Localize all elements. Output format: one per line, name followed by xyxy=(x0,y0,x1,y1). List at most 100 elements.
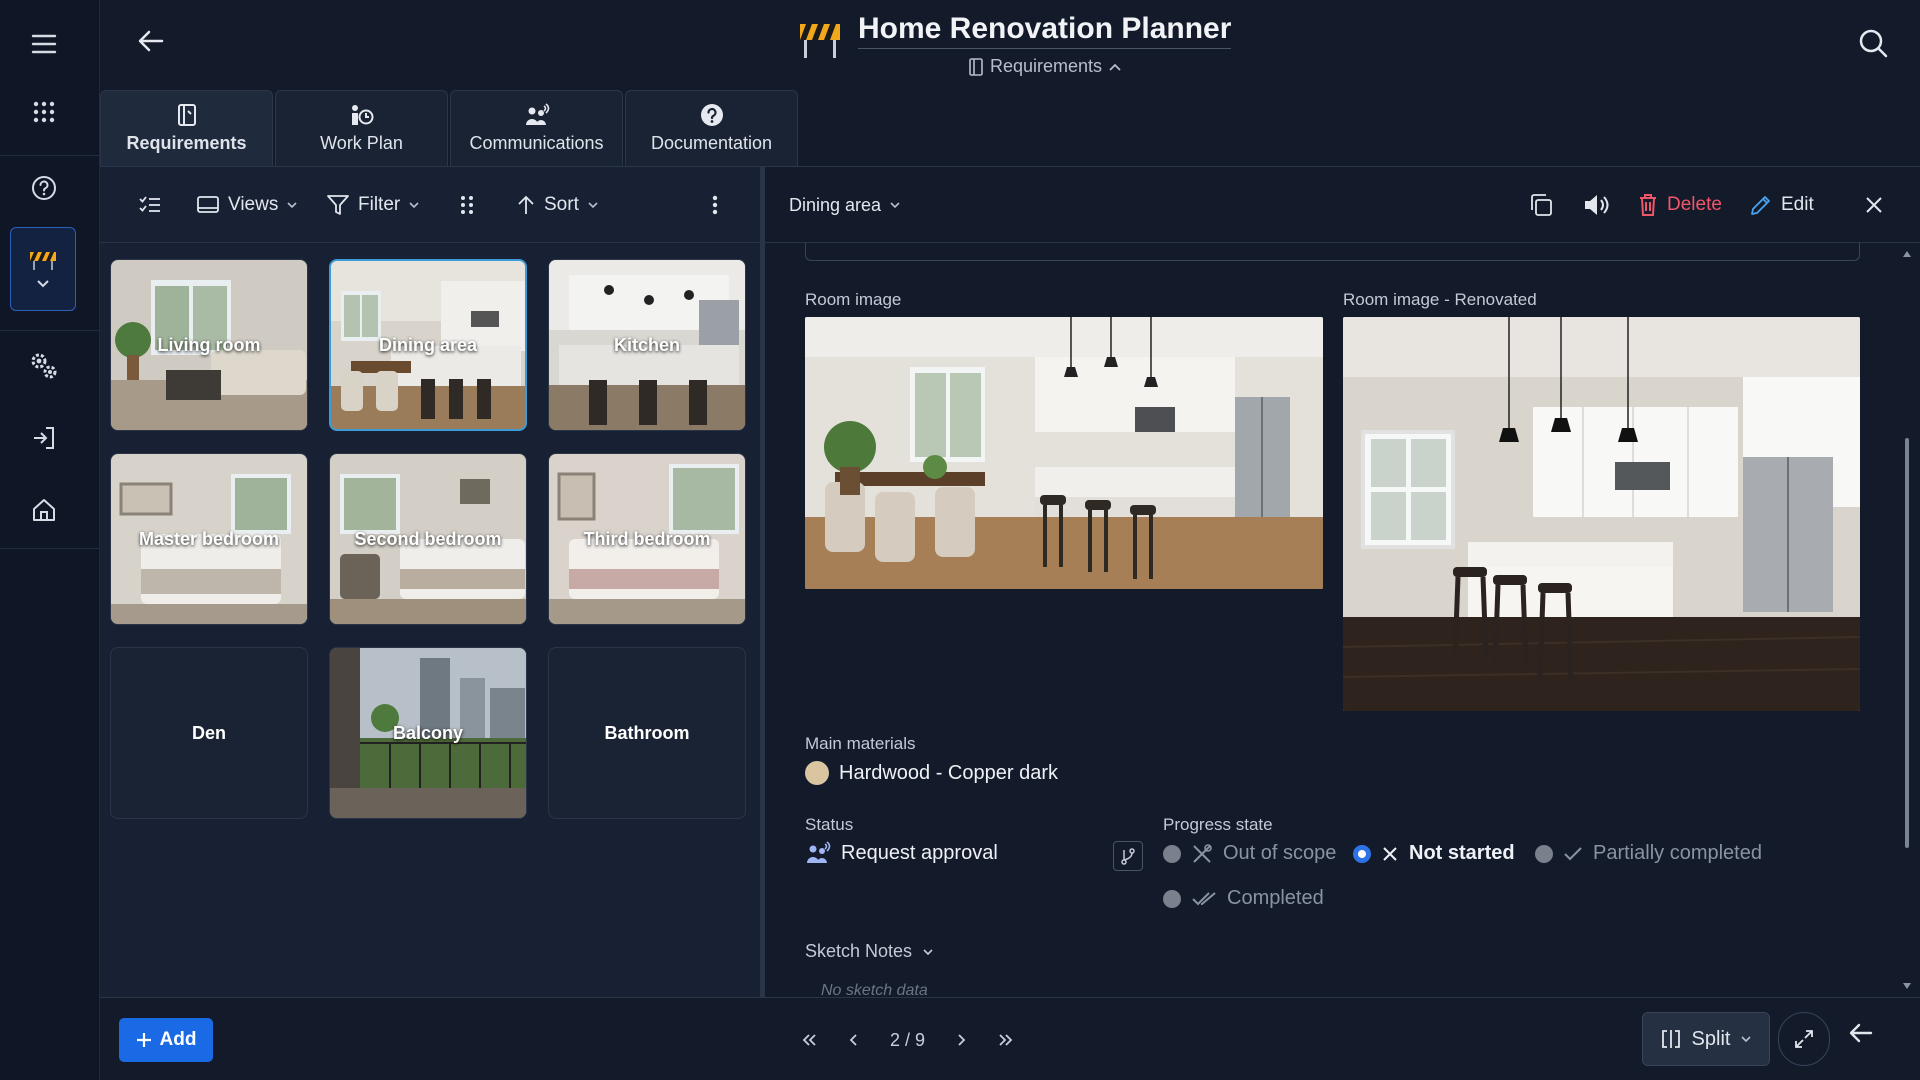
trash-icon xyxy=(1640,194,1656,216)
read-aloud-button[interactable] xyxy=(1582,189,1610,221)
page-indicator: 2 / 9 xyxy=(890,1029,926,1050)
progress-option-not-started[interactable]: Not started xyxy=(1353,842,1515,865)
room-card-den[interactable]: Den xyxy=(110,647,308,819)
progress-option-completed[interactable]: Completed xyxy=(1163,887,1324,910)
last-page-icon[interactable] xyxy=(997,1033,1015,1047)
menu-icon[interactable] xyxy=(22,22,66,66)
previous-page-icon[interactable] xyxy=(848,1033,860,1047)
detail-scrollbar[interactable] xyxy=(1900,243,1914,997)
next-page-icon[interactable] xyxy=(955,1033,967,1047)
sketch-notes-toggle[interactable]: Sketch Notes xyxy=(805,941,934,962)
tab-label: Work Plan xyxy=(320,133,403,153)
help-icon[interactable] xyxy=(22,166,66,210)
app-title: Home Renovation Planner xyxy=(858,12,1232,49)
pager: 2 / 9 xyxy=(800,1018,1015,1062)
rail-divider xyxy=(0,330,100,331)
chevron-down-icon xyxy=(1741,1036,1752,1043)
tab-communications[interactable]: Communications xyxy=(450,90,623,166)
status-workflow-button[interactable] xyxy=(1113,841,1143,871)
drag-dots-icon xyxy=(461,196,473,214)
room-card-living-room[interactable]: Living room xyxy=(110,259,308,431)
person-clock-icon xyxy=(351,105,373,125)
radio-button xyxy=(1535,844,1553,863)
split-view-button[interactable]: Split xyxy=(1642,1012,1770,1066)
delete-button[interactable]: Delete xyxy=(1637,189,1722,221)
collapse-panel-button[interactable] xyxy=(1848,1020,1874,1046)
chevron-down-icon xyxy=(890,202,900,209)
room-image-photo xyxy=(805,317,1323,589)
group-button[interactable] xyxy=(460,189,474,221)
apps-grid-icon[interactable] xyxy=(22,90,66,134)
room-card-bathroom[interactable]: Bathroom xyxy=(548,647,746,819)
progress-option-partially-completed[interactable]: Partially completed xyxy=(1535,842,1762,865)
room-card-third-bedroom[interactable]: Third bedroom xyxy=(548,453,746,625)
copy-button[interactable] xyxy=(1528,189,1554,221)
record-selector[interactable]: Dining area xyxy=(789,189,901,221)
left-rail xyxy=(0,0,100,1080)
tab-work-plan[interactable]: Work Plan xyxy=(275,90,448,166)
current-app-button[interactable] xyxy=(10,227,76,311)
chevron-down-icon xyxy=(287,202,297,209)
edit-label: Edit xyxy=(1781,194,1814,215)
first-page-icon[interactable] xyxy=(800,1033,818,1047)
double-check-icon xyxy=(1192,891,1216,905)
back-arrow-icon[interactable] xyxy=(136,26,166,56)
room-card-balcony[interactable]: Balcony xyxy=(329,647,527,819)
barrier-icon xyxy=(30,252,56,270)
room-image[interactable] xyxy=(805,317,1323,589)
add-button[interactable]: Add xyxy=(119,1018,213,1062)
speaker-icon xyxy=(1585,195,1609,215)
room-image-renovated-photo xyxy=(1343,317,1860,711)
progress-option-out-of-scope[interactable]: Out of scope xyxy=(1163,842,1336,865)
room-card-second-bedroom[interactable]: Second bedroom xyxy=(329,453,527,625)
radio-button-selected xyxy=(1353,844,1371,863)
status-label: Status xyxy=(805,815,854,834)
main-materials-value: Hardwood - Copper dark xyxy=(805,761,1058,785)
plus-icon xyxy=(136,1033,151,1047)
edit-button[interactable]: Edit xyxy=(1749,189,1814,221)
close-button[interactable] xyxy=(1865,189,1883,221)
room-card-label: Dining area xyxy=(378,334,478,355)
arrow-up-icon xyxy=(518,195,534,214)
views-button[interactable]: Views xyxy=(196,189,298,221)
search-icon[interactable] xyxy=(1858,28,1888,58)
help-circle-icon xyxy=(700,104,723,126)
progress-option-label: Partially completed xyxy=(1593,842,1762,864)
tab-label: Requirements xyxy=(126,133,247,153)
sort-button[interactable]: Sort xyxy=(516,189,599,221)
expand-icon xyxy=(1795,1030,1813,1048)
more-options-button[interactable] xyxy=(712,189,718,221)
app-title-group: Home Renovation Planner xyxy=(798,12,1232,60)
settings-gears-icon[interactable] xyxy=(22,344,66,388)
arrow-left-icon xyxy=(1849,1023,1873,1043)
more-vertical-icon xyxy=(712,195,718,215)
views-label: Views xyxy=(228,194,279,215)
filter-icon xyxy=(327,195,349,215)
sign-in-icon[interactable] xyxy=(22,416,66,460)
views-icon xyxy=(197,196,219,213)
filter-button[interactable]: Filter xyxy=(326,189,420,221)
multi-select-button[interactable] xyxy=(138,189,162,221)
chevron-down-icon xyxy=(588,202,598,209)
sort-label: Sort xyxy=(544,194,579,215)
progress-option-label: Not started xyxy=(1409,842,1515,864)
tab-documentation[interactable]: Documentation xyxy=(625,90,798,166)
app-subtitle-dropdown[interactable]: Requirements xyxy=(968,56,1122,77)
material-color-swatch xyxy=(805,761,829,785)
room-card-kitchen[interactable]: Kitchen xyxy=(548,259,746,431)
split-view-icon xyxy=(1661,1030,1680,1048)
progress-option-label: Out of scope xyxy=(1223,842,1337,864)
room-image-renovated[interactable] xyxy=(1343,317,1860,711)
delete-label: Delete xyxy=(1667,194,1722,215)
chevron-down-icon xyxy=(37,280,49,288)
fullscreen-button[interactable] xyxy=(1778,1012,1830,1066)
home-icon[interactable] xyxy=(22,488,66,532)
rail-divider xyxy=(0,155,100,156)
progress-state-label: Progress state xyxy=(1163,815,1273,834)
tab-requirements[interactable]: Requirements xyxy=(100,90,273,166)
barrier-icon xyxy=(800,24,840,58)
main-materials-label: Main materials xyxy=(805,734,916,753)
tab-label: Documentation xyxy=(650,133,773,153)
room-card-master-bedroom[interactable]: Master bedroom xyxy=(110,453,308,625)
room-card-dining-area[interactable]: Dining area xyxy=(329,259,527,431)
